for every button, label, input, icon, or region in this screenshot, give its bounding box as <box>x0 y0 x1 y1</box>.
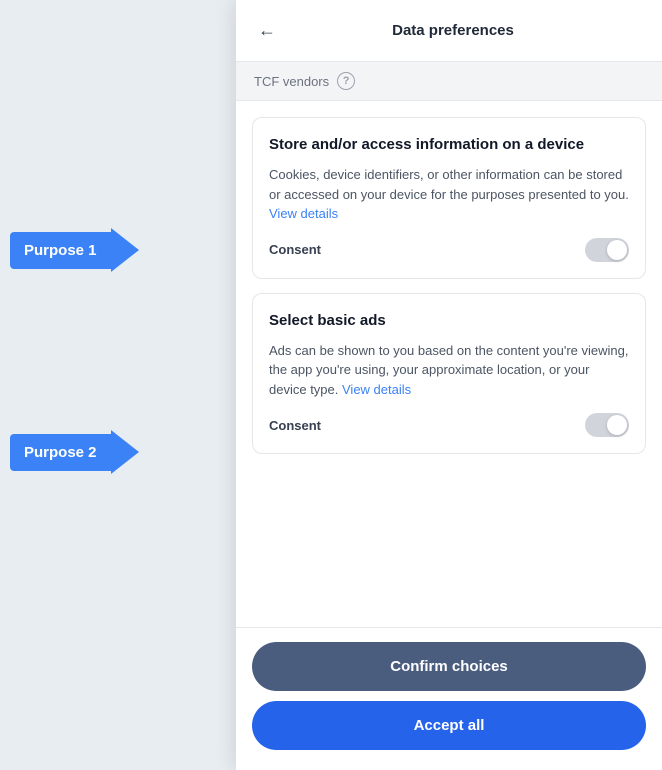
tcf-vendors-label: TCF vendors <box>254 74 329 89</box>
modal-header: ← Data preferences <box>236 0 662 62</box>
purpose-1-toggle[interactable] <box>585 238 629 262</box>
purpose-1-description: Cookies, device identifiers, or other in… <box>269 165 629 224</box>
purpose-2-arrow-label: Purpose 2 <box>10 434 111 471</box>
purpose-card-2: Select basic ads Ads can be shown to you… <box>252 293 646 455</box>
purpose-card-1: Store and/or access information on a dev… <box>252 117 646 279</box>
purpose-2-title: Select basic ads <box>269 310 629 331</box>
purpose-1-consent-row: Consent <box>269 238 629 262</box>
help-symbol: ? <box>343 75 350 87</box>
purpose-1-consent-label: Consent <box>269 242 321 257</box>
purpose-2-view-details[interactable]: View details <box>342 382 411 397</box>
back-button[interactable]: ← <box>254 16 280 45</box>
purpose-2-arrow-head <box>111 430 139 474</box>
purpose-2-toggle[interactable] <box>585 413 629 437</box>
purpose-1-title: Store and/or access information on a dev… <box>269 134 629 155</box>
data-preferences-modal: ← Data preferences TCF vendors ? Store a… <box>236 0 662 770</box>
purpose-2-arrow: Purpose 2 <box>10 430 139 474</box>
purpose-2-consent-row: Consent <box>269 413 629 437</box>
purpose-1-view-details[interactable]: View details <box>269 206 338 221</box>
tcf-help-icon[interactable]: ? <box>337 72 355 90</box>
back-icon: ← <box>258 20 276 41</box>
tcf-vendors-bar: TCF vendors ? <box>236 62 662 101</box>
modal-footer: Confirm choices Accept all <box>236 627 662 770</box>
accept-all-button[interactable]: Accept all <box>252 701 646 750</box>
purposes-list: Store and/or access information on a dev… <box>236 101 662 627</box>
purpose-1-arrow: Purpose 1 <box>10 228 139 272</box>
confirm-choices-button[interactable]: Confirm choices <box>252 642 646 691</box>
purpose-2-description: Ads can be shown to you based on the con… <box>269 341 629 400</box>
modal-title: Data preferences <box>288 22 618 39</box>
purpose-2-consent-label: Consent <box>269 418 321 433</box>
purpose-1-arrow-head <box>111 228 139 272</box>
purpose-1-arrow-label: Purpose 1 <box>10 232 111 269</box>
